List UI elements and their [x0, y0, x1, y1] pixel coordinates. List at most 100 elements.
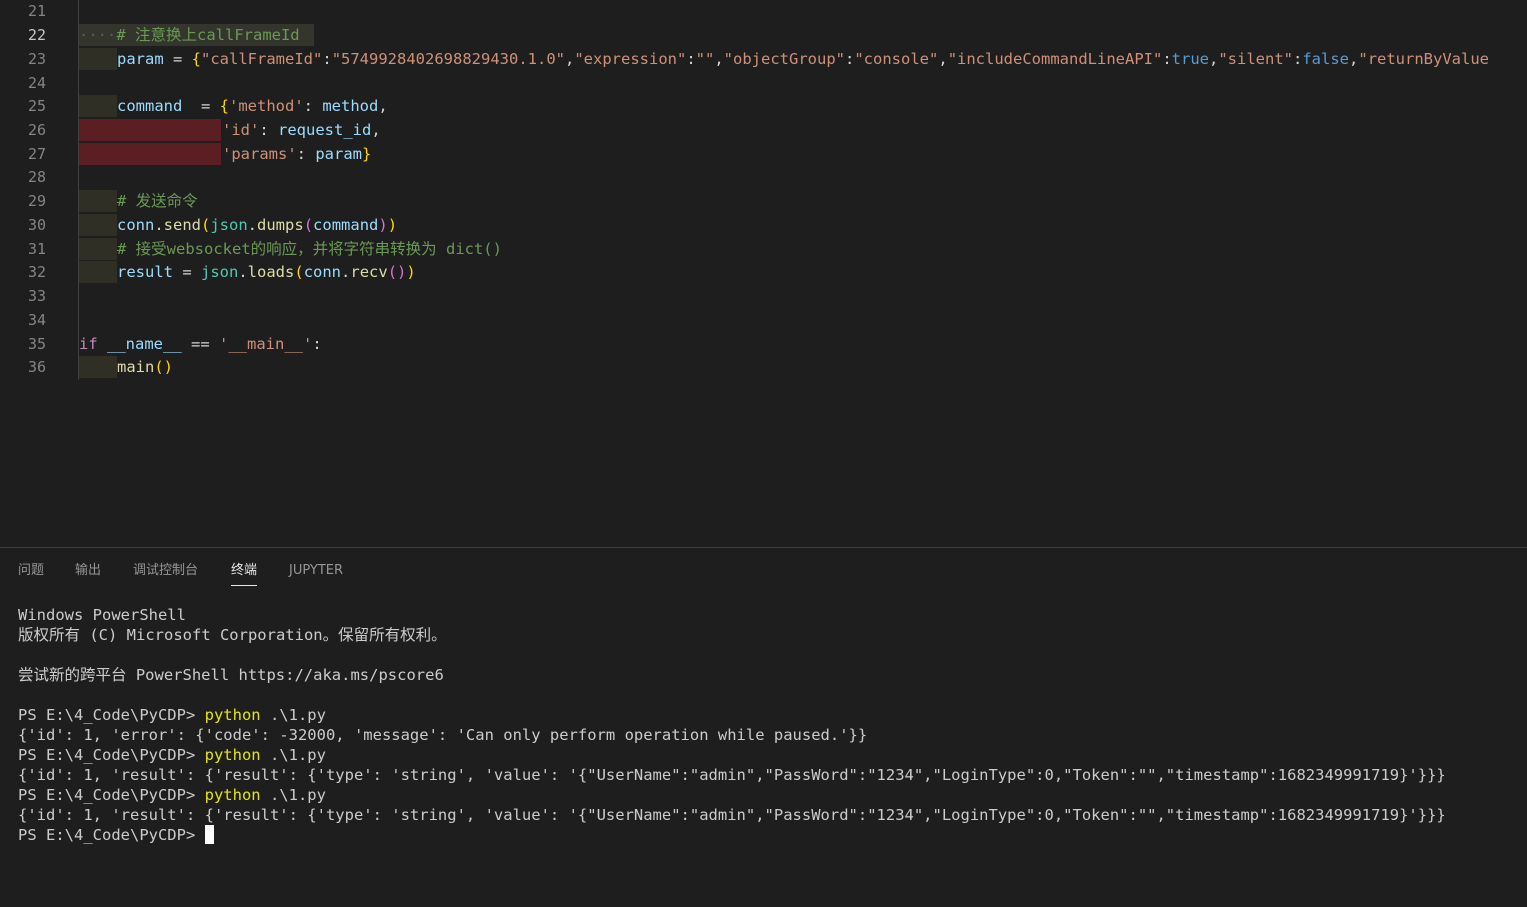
code-token: . — [341, 263, 351, 281]
code-line-21[interactable]: 21 — [0, 0, 1527, 22]
code-token: send — [163, 216, 201, 234]
code-token: ) — [406, 263, 416, 281]
line-number: 24 — [27, 74, 46, 92]
code-token: : — [845, 50, 855, 68]
indent-highlight — [79, 261, 117, 283]
code-token: "callFrameId" — [201, 50, 323, 68]
code-token: method — [322, 97, 379, 115]
code-line-23[interactable]: 23 param = {"callFrameId":"5749928402698… — [0, 48, 1527, 70]
code-token: } — [362, 145, 372, 163]
command: python — [204, 746, 261, 764]
code-line-25[interactable]: 25 command = {'method': method, — [0, 95, 1527, 117]
code-token: 'id' — [222, 121, 260, 139]
terminal-line: 尝试新的跨平台 PowerShell https://aka.ms/pscore… — [18, 666, 444, 684]
code-token: command — [117, 97, 183, 115]
prompt: PS E:\4_Code\PyCDP> — [18, 826, 205, 844]
code-line-28[interactable]: 28 — [0, 166, 1527, 188]
code-token: , — [714, 50, 724, 68]
tab-problems[interactable]: 问题 — [18, 562, 44, 580]
code-token: ) — [378, 216, 388, 234]
code-token: : — [303, 97, 323, 115]
code-line-33[interactable]: 33 — [0, 285, 1527, 307]
line-number: 31 — [27, 240, 46, 258]
line-number: 34 — [27, 311, 46, 329]
code-token: "" — [695, 50, 715, 68]
indent-highlight — [79, 238, 117, 260]
indent-highlight — [79, 214, 117, 236]
code-line-22[interactable]: 22 ····# 注意换上callFrameId — [0, 24, 1527, 46]
code-token: = — [163, 50, 192, 68]
code-line-32[interactable]: 32 result = json.loads(conn.recv()) — [0, 261, 1527, 283]
code-token: == — [181, 335, 219, 353]
code-comment: # 注意换上callFrameId — [116, 26, 300, 44]
code-editor[interactable]: 21 22 ····# 注意换上callFrameId 23 param = {… — [0, 0, 1527, 547]
indent-highlight — [79, 356, 117, 378]
code-token: = — [173, 263, 201, 281]
code-token: __name__ — [107, 335, 182, 353]
code-token: ( — [154, 358, 164, 376]
command-arg: .\1.py — [260, 706, 326, 724]
code-token: request_id — [278, 121, 372, 139]
code-line-24[interactable]: 24 — [0, 72, 1527, 94]
code-token: command — [313, 216, 379, 234]
command-arg: .\1.py — [260, 786, 326, 804]
code-comment: # 发送命令 — [117, 192, 198, 210]
code-token: result — [117, 263, 173, 281]
code-token: true — [1171, 50, 1209, 68]
line-number: 33 — [27, 287, 46, 305]
code-token: , — [1209, 50, 1219, 68]
code-token: 'params' — [222, 145, 297, 163]
code-token: , — [938, 50, 948, 68]
code-token: , — [1349, 50, 1359, 68]
terminal-prompt-line: PS E:\4_Code\PyCDP> python .\1.py — [18, 745, 1446, 765]
code-line-35[interactable]: 35 if __name__ == '__main__': — [0, 333, 1527, 355]
terminal-output[interactable]: Windows PowerShell 版权所有 (C) Microsoft Cor… — [18, 605, 1446, 845]
whitespace-dots: ···· — [79, 26, 117, 44]
code-token: 'method' — [229, 97, 304, 115]
code-comment: # 接受websocket的响应，并将字符串转换为 dict() — [117, 240, 502, 258]
indent-error-highlight — [79, 119, 221, 141]
code-token: ) — [387, 216, 398, 234]
code-token: "silent" — [1218, 50, 1293, 68]
tab-terminal[interactable]: 终端 — [231, 562, 258, 586]
code-token: ( — [294, 263, 304, 281]
code-token: json — [210, 216, 248, 234]
code-token: '__main__' — [219, 335, 313, 353]
code-token: dumps — [257, 216, 304, 234]
code-token: param — [117, 50, 164, 68]
terminal-line: {'id': 1, 'result': {'result': {'type': … — [18, 806, 1446, 824]
code-token: , — [378, 97, 388, 115]
terminal-prompt-line: PS E:\4_Code\PyCDP> python .\1.py — [18, 785, 1446, 805]
line-number: 23 — [27, 50, 46, 68]
line-number: 27 — [27, 145, 46, 163]
prompt: PS E:\4_Code\PyCDP> — [18, 786, 205, 804]
terminal-prompt-line[interactable]: PS E:\4_Code\PyCDP> — [18, 825, 1446, 845]
code-line-27[interactable]: 27 'params': param} — [0, 143, 1527, 165]
code-token: if — [79, 335, 98, 353]
tab-debug-console[interactable]: 调试控制台 — [133, 562, 198, 580]
code-line-31[interactable]: 31 # 接受websocket的响应，并将字符串转换为 dict() — [0, 238, 1527, 260]
code-token: "objectGroup" — [723, 50, 845, 68]
code-token: . — [238, 263, 248, 281]
code-token: : — [1293, 50, 1303, 68]
code-line-34[interactable]: 34 — [0, 309, 1527, 331]
terminal-line: {'id': 1, 'result': {'result': {'type': … — [18, 766, 1446, 784]
code-token: = — [182, 97, 220, 115]
code-token: . — [154, 216, 164, 234]
code-token: main — [117, 358, 155, 376]
tab-output[interactable]: 输出 — [75, 562, 101, 580]
code-line-36[interactable]: 36 main() — [0, 356, 1527, 378]
code-token: json — [201, 263, 239, 281]
code-token: : — [312, 335, 322, 353]
line-number: 36 — [27, 358, 46, 376]
code-token: false — [1302, 50, 1350, 68]
code-token: param — [315, 145, 362, 163]
panel-tabs: 问题 输出 调试控制台 终端 JUPYTER — [0, 548, 1527, 588]
code-line-30[interactable]: 30 conn.send(json.dumps(command)) — [0, 214, 1527, 236]
code-line-26[interactable]: 26 'id': request_id, — [0, 119, 1527, 141]
terminal-line: Windows PowerShell — [18, 606, 186, 624]
tab-jupyter[interactable]: JUPYTER — [289, 562, 343, 580]
code-line-29[interactable]: 29 # 发送命令 — [0, 190, 1527, 212]
line-number: 21 — [27, 2, 46, 20]
